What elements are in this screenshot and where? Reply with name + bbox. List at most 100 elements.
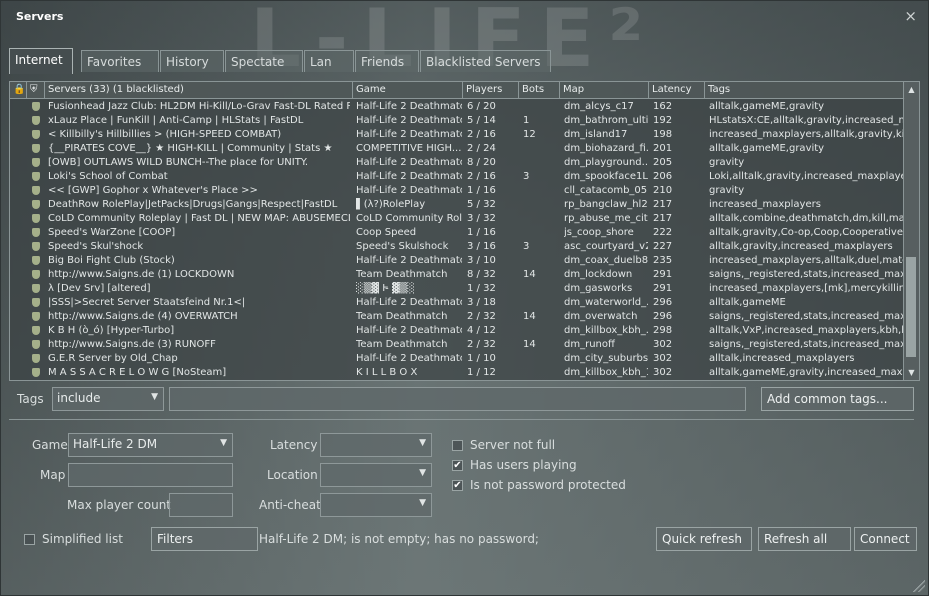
table-row[interactable]: Big Boi Fight Club (Stock) Half-Life 2 De… bbox=[10, 254, 905, 268]
tags-column-header[interactable]: Tags bbox=[704, 82, 905, 98]
connect-button[interactable]: Connect bbox=[854, 527, 917, 551]
table-row[interactable]: Fusionhead Jazz Club: HL2DM Hi-Kill/Lo-G… bbox=[10, 100, 905, 114]
server-name: < Killbilly's Hillbillies > (HIGH-SPEED … bbox=[48, 129, 282, 140]
server-tags: Loki,alltalk,gravity,increased_maxplayer… bbox=[709, 171, 904, 182]
server-map: dm_gasworks bbox=[564, 283, 633, 294]
tab-lan[interactable]: Lan bbox=[304, 50, 354, 72]
shield-icon bbox=[32, 368, 40, 377]
tags-mode-dropdown[interactable]: include ▼ bbox=[52, 387, 164, 411]
tags-input[interactable] bbox=[169, 387, 746, 411]
tab-history[interactable]: History bbox=[160, 50, 224, 72]
secure-column-header[interactable]: ⛨ bbox=[26, 82, 44, 98]
anti-cheat-label: Anti-cheat bbox=[259, 498, 321, 512]
map-column-header[interactable]: Map bbox=[559, 82, 648, 98]
table-row[interactable]: http://www.Saigns.de (4) OVERWATCH Team D… bbox=[10, 310, 905, 324]
table-row[interactable]: xLauz Place | FunKill | Anti-Camp | HLSt… bbox=[10, 114, 905, 128]
server-players: 8 / 20 bbox=[467, 157, 496, 168]
server-latency: 198 bbox=[653, 129, 673, 140]
table-row[interactable]: Loki's School of Combat Half-Life 2 Death… bbox=[10, 170, 905, 184]
server-map: dm_biohazard_fi... bbox=[564, 143, 648, 154]
filters-button[interactable]: Filters bbox=[151, 527, 258, 551]
server-bots: 14 bbox=[523, 269, 536, 280]
shield-icon bbox=[32, 214, 40, 223]
not-password-protected-checkbox[interactable]: ✔ bbox=[452, 480, 463, 491]
tab-friends[interactable]: Friends bbox=[355, 50, 419, 72]
table-row[interactable]: http://www.Saigns.de (3) RUNOFF Team Deat… bbox=[10, 338, 905, 352]
table-row[interactable]: http://www.Saigns.de (1) LOCKDOWN Team De… bbox=[10, 268, 905, 282]
server-map: dm_lockdown bbox=[564, 269, 633, 280]
window-title: Servers bbox=[16, 10, 64, 23]
server-latency: 201 bbox=[653, 143, 673, 154]
server-game: Half-Life 2 Deathmatch bbox=[356, 255, 462, 266]
server-players: 2 / 24 bbox=[467, 143, 496, 154]
server-map: dm_island17 bbox=[564, 129, 628, 140]
anti-cheat-dropdown[interactable]: ▼ bbox=[320, 493, 432, 517]
server-latency: 302 bbox=[653, 367, 673, 378]
server-name: DeathRow RolePlay|JetPacks|Drugs|Gangs|R… bbox=[48, 199, 338, 210]
map-input[interactable] bbox=[68, 463, 233, 487]
server-game: Team Deathmatch bbox=[356, 339, 448, 350]
server-name: Speed's WarZone [COOP] bbox=[48, 227, 176, 238]
resize-grip-icon[interactable] bbox=[913, 580, 925, 592]
server-bots bbox=[523, 226, 559, 240]
server-name: Fusionhead Jazz Club: HL2DM Hi-Kill/Lo-G… bbox=[48, 101, 350, 112]
table-row[interactable]: {__PIRATES COVE__} ★ HIGH-KILL | Communi… bbox=[10, 142, 905, 156]
table-row[interactable]: DeathRow RolePlay|JetPacks|Drugs|Gangs|R… bbox=[10, 198, 905, 212]
server-list: 🔒 ⛨ Servers (33) (1 blacklisted) Game Pl… bbox=[9, 81, 920, 381]
server-list-header: 🔒 ⛨ Servers (33) (1 blacklisted) Game Pl… bbox=[10, 82, 905, 99]
table-row[interactable]: |SSS|>Secret Server Staatsfeind Nr.1<| Ha… bbox=[10, 296, 905, 310]
server-map: js_coop_shore bbox=[564, 227, 634, 238]
server-name: http://www.Saigns.de (4) OVERWATCH bbox=[48, 311, 238, 322]
shield-icon bbox=[32, 130, 40, 139]
table-row[interactable]: Speed's Skul'shock Speed's Skulshock 3 / 1… bbox=[10, 240, 905, 254]
server-latency: 302 bbox=[653, 339, 673, 350]
scroll-down-icon[interactable]: ▼ bbox=[904, 365, 919, 380]
table-row[interactable]: G.E.R Server by Old_Chap Half-Life 2 Deat… bbox=[10, 352, 905, 366]
table-row[interactable]: K B H (ò_ó) [Hyper-Turbo] Half-Life 2 Dea… bbox=[10, 324, 905, 338]
has-users-playing-checkbox[interactable]: ✔ bbox=[452, 460, 463, 471]
table-row[interactable]: CoLD Community Roleplay | Fast DL | NEW … bbox=[10, 212, 905, 226]
latency-dropdown[interactable]: ▼ bbox=[320, 433, 432, 457]
scroll-up-icon[interactable]: ▲ bbox=[904, 82, 919, 97]
simplified-list-checkbox[interactable] bbox=[24, 534, 35, 545]
server-bots bbox=[523, 296, 559, 310]
table-row[interactable]: < Killbilly's Hillbillies > (HIGH-SPEED … bbox=[10, 128, 905, 142]
server-tags: alltalk,gravity,increased_maxplayers bbox=[709, 241, 893, 252]
tab-internet[interactable]: Internet bbox=[9, 48, 73, 74]
chevron-down-icon: ▼ bbox=[151, 392, 158, 402]
scroll-thumb[interactable] bbox=[906, 257, 916, 357]
table-row[interactable]: << [GWP] Gophor x Whatever's Place >> Hal… bbox=[10, 184, 905, 198]
quick-refresh-button[interactable]: Quick refresh bbox=[656, 527, 752, 551]
close-icon[interactable]: × bbox=[904, 7, 917, 25]
game-dropdown[interactable]: Half-Life 2 DM ▼ bbox=[68, 433, 233, 457]
server-list-scrollbar[interactable]: ▲ ▼ bbox=[903, 82, 919, 380]
lock-column-header[interactable]: 🔒 bbox=[10, 82, 26, 98]
server-not-full-checkbox[interactable] bbox=[452, 440, 463, 451]
server-game: Half-Life 2 Deathmatch bbox=[356, 185, 462, 196]
server-latency: 192 bbox=[653, 115, 673, 126]
server-game: Team Deathmatch bbox=[356, 311, 448, 322]
tab-blacklisted-servers[interactable]: Blacklisted Servers bbox=[420, 50, 551, 72]
max-player-count-input[interactable] bbox=[169, 493, 233, 517]
servers-column-header[interactable]: Servers (33) (1 blacklisted) bbox=[44, 82, 352, 98]
server-tags: alltalk,increased_maxplayers bbox=[709, 353, 855, 364]
bots-column-header[interactable]: Bots bbox=[518, 82, 559, 98]
game-column-header[interactable]: Game bbox=[352, 82, 462, 98]
server-players: 2 / 32 bbox=[467, 339, 496, 350]
latency-column-header[interactable]: Latency bbox=[648, 82, 704, 98]
tab-favorites[interactable]: Favorites bbox=[81, 50, 159, 72]
has-users-playing-label: Has users playing bbox=[470, 458, 577, 472]
table-row[interactable]: [OWB] OUTLAWS WILD BUNCH--The place for … bbox=[10, 156, 905, 170]
table-row[interactable]: Speed's WarZone [COOP] Coop Speed 1 / 16 js… bbox=[10, 226, 905, 240]
table-row[interactable]: M A S S A C R E L O W G [NoSteam] K I L L… bbox=[10, 366, 905, 380]
server-game: Coop Speed bbox=[356, 227, 417, 238]
table-row[interactable]: λ [Dev Srv] [altered] ░▒▓ Ͱ̵ ▓▒░ 1 / 32 dm_… bbox=[10, 282, 905, 296]
server-name: http://www.Saigns.de (3) RUNOFF bbox=[48, 339, 216, 350]
add-common-tags-button[interactable]: Add common tags... bbox=[761, 387, 914, 411]
refresh-all-button[interactable]: Refresh all bbox=[758, 527, 851, 551]
players-column-header[interactable]: Players bbox=[462, 82, 518, 98]
location-dropdown[interactable]: ▼ bbox=[320, 463, 432, 487]
tab-spectate[interactable]: Spectate bbox=[225, 50, 303, 72]
server-bots: 12 bbox=[523, 129, 536, 140]
shield-icon bbox=[32, 284, 40, 293]
